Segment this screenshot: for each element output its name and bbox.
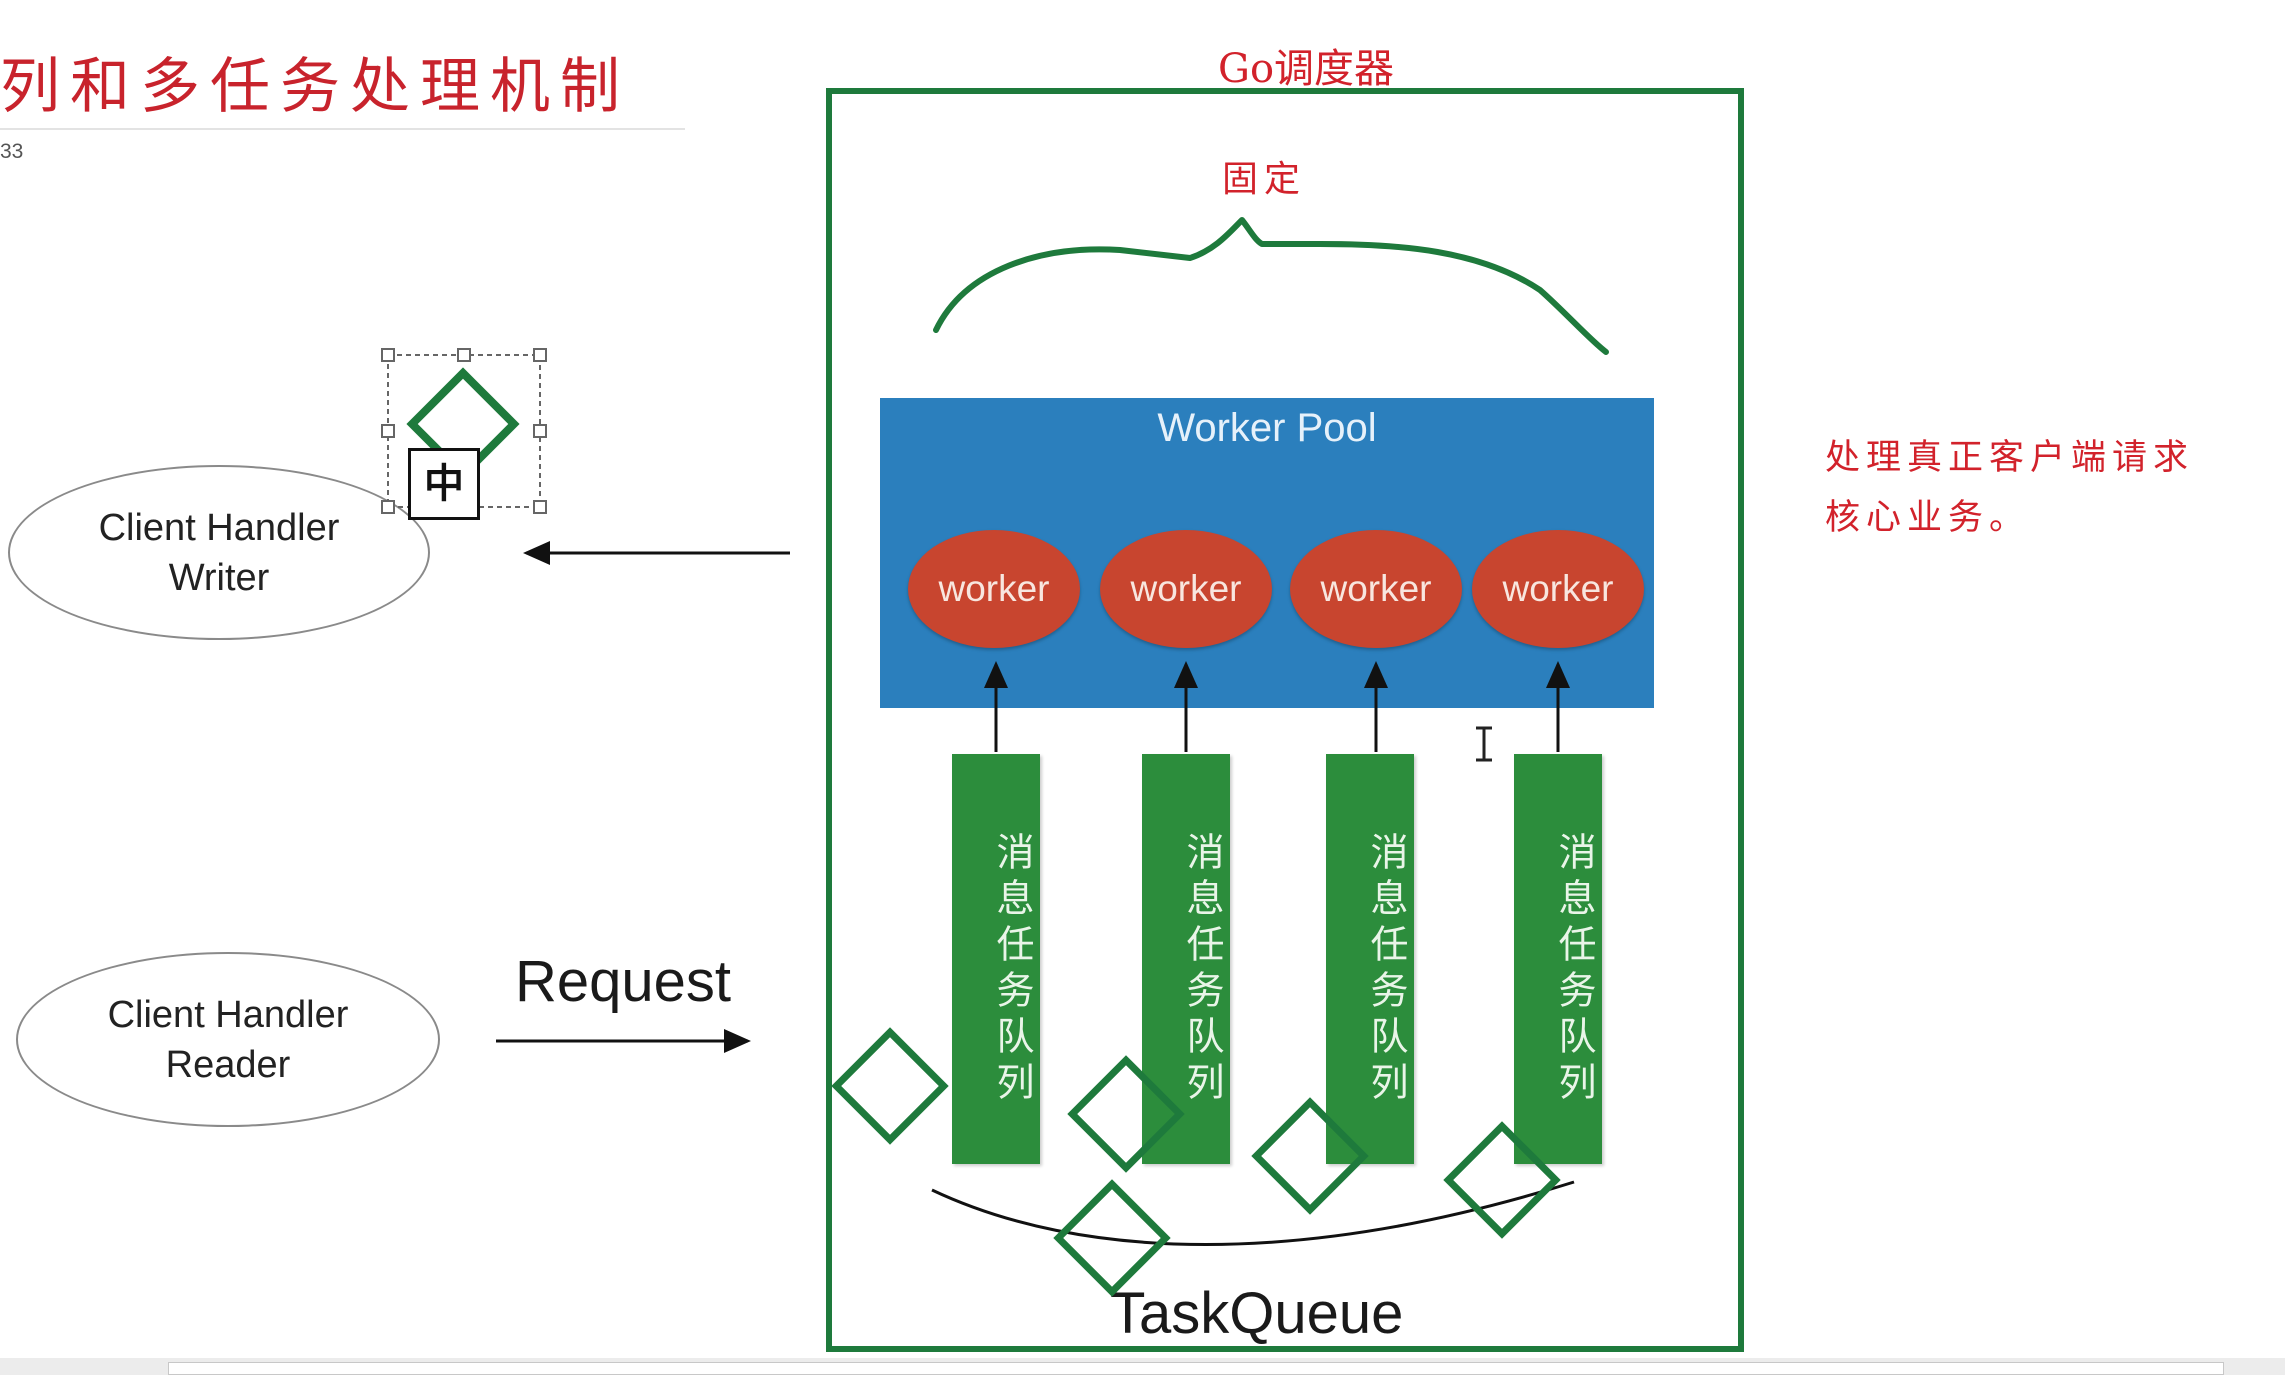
ime-indicator[interactable]: 中 bbox=[408, 448, 480, 520]
task-diamond-shape bbox=[1251, 1097, 1369, 1215]
task-diamond-shape bbox=[1443, 1121, 1561, 1239]
text-cursor-icon bbox=[1476, 726, 1492, 762]
notes-pane-edge[interactable] bbox=[168, 1362, 2224, 1375]
task-diamond-shape bbox=[831, 1027, 949, 1145]
diagram-overlay bbox=[381, 217, 1609, 1297]
fixed-brace bbox=[933, 217, 1609, 355]
task-diamond-shape bbox=[1067, 1055, 1185, 1173]
